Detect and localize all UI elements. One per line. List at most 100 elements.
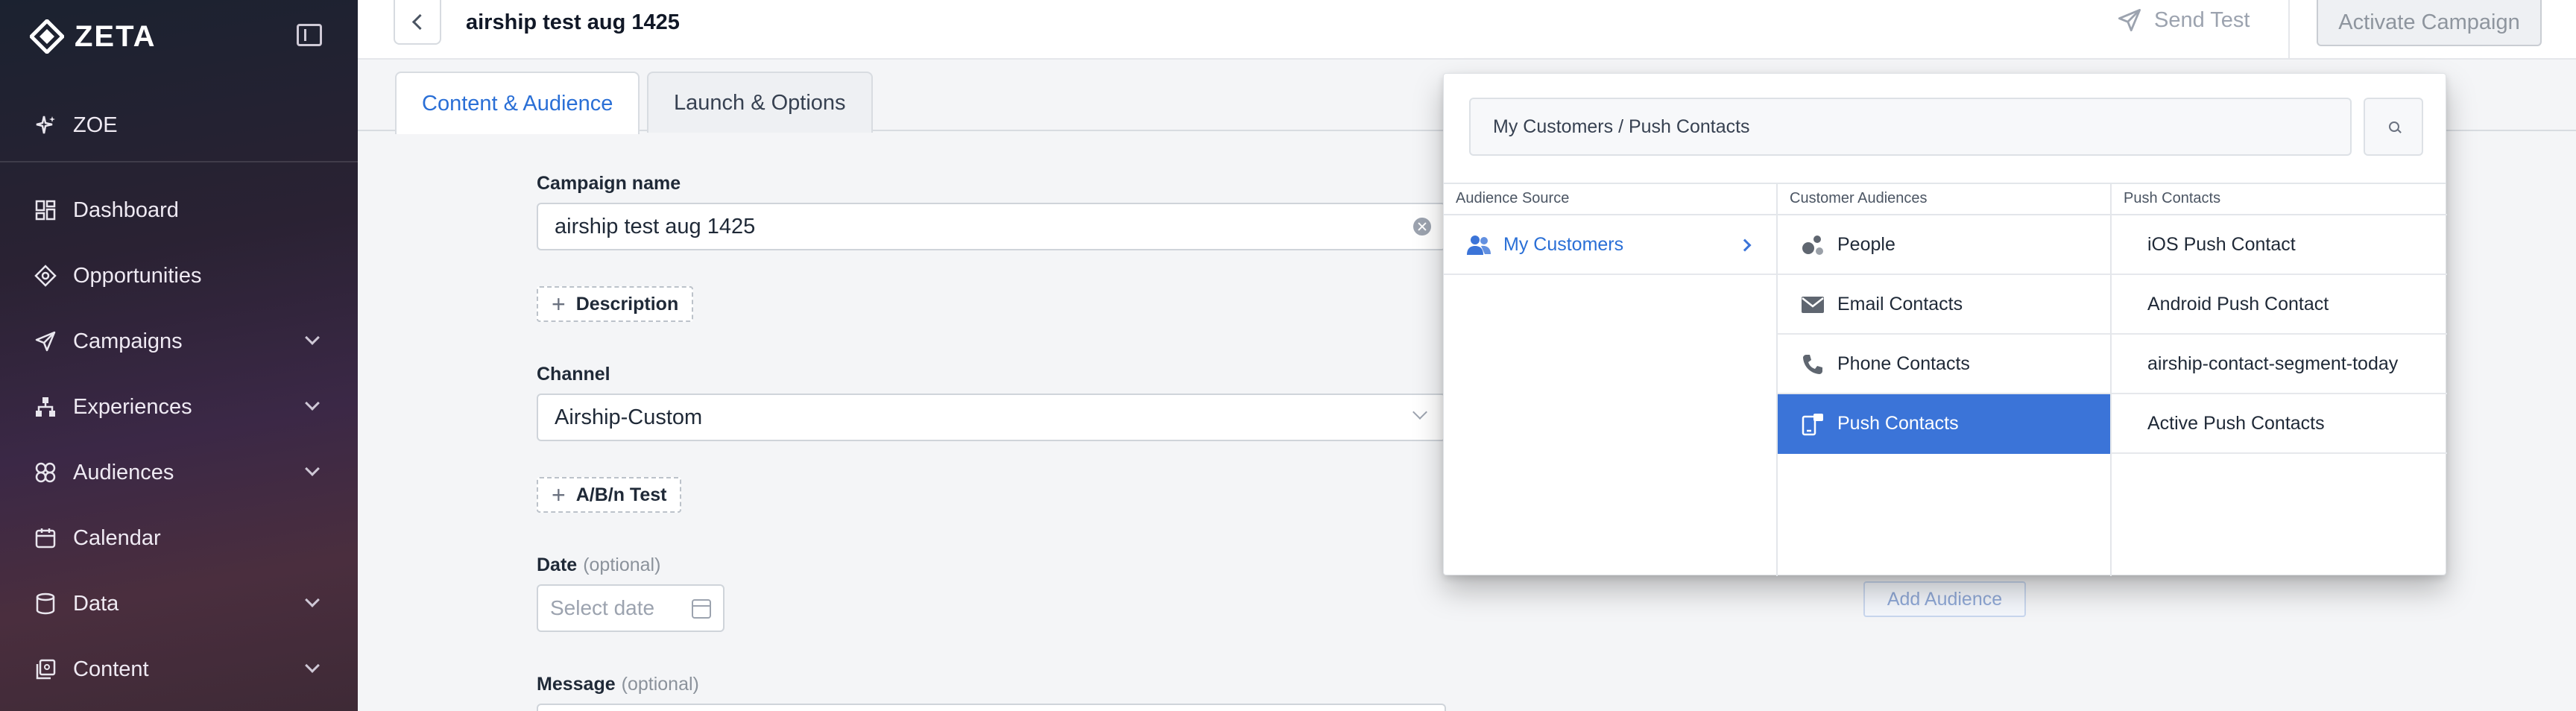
audience-path-breadcrumb[interactable]: My Customers / Push Contacts — [1469, 98, 2352, 156]
grid-icon — [34, 199, 57, 221]
zeta-logo-icon — [30, 19, 64, 54]
list-item-label: iOS Push Contact — [2147, 233, 2296, 255]
hierarchy-icon — [34, 396, 57, 418]
add-audience-button[interactable]: Add Audience — [1863, 581, 2026, 617]
list-item-people[interactable]: People — [1778, 215, 2110, 275]
toolbar-divider — [2288, 0, 2290, 60]
sidebar-item-dashboard[interactable]: Dashboard — [34, 188, 332, 233]
list-item-label: My Customers — [1503, 233, 1624, 255]
date-label-text: Date — [537, 554, 578, 575]
plus-icon: + — [552, 481, 566, 508]
date-optional: (optional) — [583, 554, 661, 575]
message-input[interactable] — [537, 704, 1446, 711]
date-label: Date (optional) — [537, 554, 660, 576]
plus-icon: + — [552, 291, 566, 317]
envelope-icon — [1800, 293, 1825, 317]
add-description-button[interactable]: + Description — [537, 286, 694, 322]
sidebar-item-opportunities[interactable]: Opportunities — [34, 253, 332, 298]
sidebar-item-zoe[interactable]: ZOE — [34, 103, 332, 148]
send-test-button[interactable]: Send Test — [2117, 7, 2250, 33]
clear-icon[interactable] — [1413, 218, 1431, 236]
calendar-icon[interactable] — [692, 599, 711, 619]
send-test-label: Send Test — [2154, 7, 2250, 32]
people-dots-icon — [1800, 233, 1825, 257]
list-item-active-push-contacts[interactable]: Active Push Contacts — [2112, 394, 2447, 454]
sidebar: ZETA ZOE Dashboard Opportunities Campaig… — [0, 0, 358, 711]
sidebar-item-data[interactable]: Data — [34, 581, 332, 626]
zeta-logo[interactable]: ZETA — [30, 19, 156, 54]
search-button[interactable] — [2364, 98, 2423, 156]
list-item-label: People — [1837, 233, 1895, 255]
target-icon — [34, 265, 57, 287]
date-placeholder: Select date — [550, 596, 655, 619]
sidebar-item-label: Campaigns — [73, 329, 183, 353]
sidebar-item-label: Dashboard — [73, 197, 179, 222]
date-input[interactable]: Select date — [537, 584, 724, 632]
ab-test-label: A/B/n Test — [575, 484, 667, 505]
message-label-text: Message — [537, 674, 616, 695]
push-contacts-column: Push Contacts iOS Push Contact Android P… — [2112, 183, 2447, 576]
list-item-ios-push-contact[interactable]: iOS Push Contact — [2112, 215, 2447, 275]
list-item-email-contacts[interactable]: Email Contacts — [1778, 275, 2110, 335]
tab-content-audience[interactable]: Content & Audience — [395, 72, 640, 134]
send-icon — [34, 330, 57, 353]
activate-campaign-button[interactable]: Activate Campaign — [2317, 0, 2542, 46]
sidebar-item-label: Audiences — [73, 460, 174, 484]
list-item-label: Android Push Contact — [2147, 293, 2329, 315]
ab-test-button[interactable]: + A/B/n Test — [537, 477, 682, 513]
chevron-down-icon[interactable] — [305, 592, 320, 607]
list-item-label: airship-contact-segment-today — [2147, 353, 2399, 374]
list-item-label: Push Contacts — [1837, 412, 1959, 434]
logo-text: ZETA — [75, 19, 157, 53]
customer-audiences-column: Customer Audiences People Email Contacts… — [1778, 183, 2110, 576]
sidebar-item-campaigns[interactable]: Campaigns — [34, 319, 332, 364]
list-item-label: Email Contacts — [1837, 293, 1963, 315]
list-item-my-customers[interactable]: My Customers — [1444, 215, 1776, 275]
phone-icon — [1800, 353, 1825, 376]
users-icon — [1466, 233, 1491, 257]
calendar-icon — [34, 527, 57, 549]
sidebar-item-label: Data — [73, 591, 119, 616]
chevron-down-icon[interactable] — [305, 658, 320, 673]
top-bar: airship test aug 1425 Send Test Activate… — [358, 0, 2576, 60]
back-button[interactable] — [394, 0, 441, 45]
campaign-name-input[interactable]: airship test aug 1425 — [537, 203, 1446, 250]
column-header: Push Contacts — [2124, 190, 2221, 206]
sidebar-item-content[interactable]: Content — [34, 647, 332, 692]
send-icon — [2118, 8, 2141, 32]
sidebar-item-label: ZOE — [73, 113, 118, 137]
channel-label: Channel — [537, 364, 610, 385]
list-item-phone-contacts[interactable]: Phone Contacts — [1778, 335, 2110, 394]
chevron-right-icon — [1738, 238, 1752, 252]
collapse-sidebar-icon[interactable] — [297, 24, 322, 46]
channel-select[interactable]: Airship-Custom — [537, 394, 1446, 441]
column-header: Customer Audiences — [1790, 190, 1928, 206]
campaign-title: airship test aug 1425 — [466, 10, 680, 34]
sidebar-item-label: Experiences — [73, 394, 192, 419]
list-item-airship-contact-segment[interactable]: airship-contact-segment-today — [2112, 335, 2447, 394]
chevron-down-icon[interactable] — [305, 461, 320, 476]
tab-launch-options[interactable]: Launch & Options — [647, 72, 873, 133]
campaign-name-label: Campaign name — [537, 173, 681, 194]
sidebar-item-calendar[interactable]: Calendar — [34, 516, 332, 560]
message-label: Message (optional) — [537, 674, 699, 695]
chevron-down-icon[interactable] — [305, 396, 320, 411]
column-header: Audience Source — [1456, 190, 1570, 206]
sidebar-item-label: Content — [73, 657, 149, 681]
audience-source-column: Audience Source My Customers — [1444, 183, 1776, 576]
content-icon — [34, 658, 57, 680]
chevron-down-icon[interactable] — [305, 330, 320, 345]
sparkle-icon — [34, 114, 57, 136]
sidebar-item-label: Opportunities — [73, 263, 202, 288]
list-item-android-push-contact[interactable]: Android Push Contact — [2112, 275, 2447, 335]
chevron-down-icon — [1412, 405, 1427, 420]
list-item-push-contacts[interactable]: Push Contacts — [1778, 394, 2110, 454]
sidebar-item-experiences[interactable]: Experiences — [34, 385, 332, 429]
audience-icon — [34, 461, 57, 484]
audience-picker: My Customers / Push Contacts Audience So… — [1443, 73, 2447, 576]
push-device-icon — [1800, 412, 1825, 436]
list-item-label: Active Push Contacts — [2147, 412, 2325, 434]
description-label: Description — [575, 293, 679, 315]
sidebar-item-audiences[interactable]: Audiences — [34, 450, 332, 495]
sidebar-item-label: Calendar — [73, 525, 161, 550]
